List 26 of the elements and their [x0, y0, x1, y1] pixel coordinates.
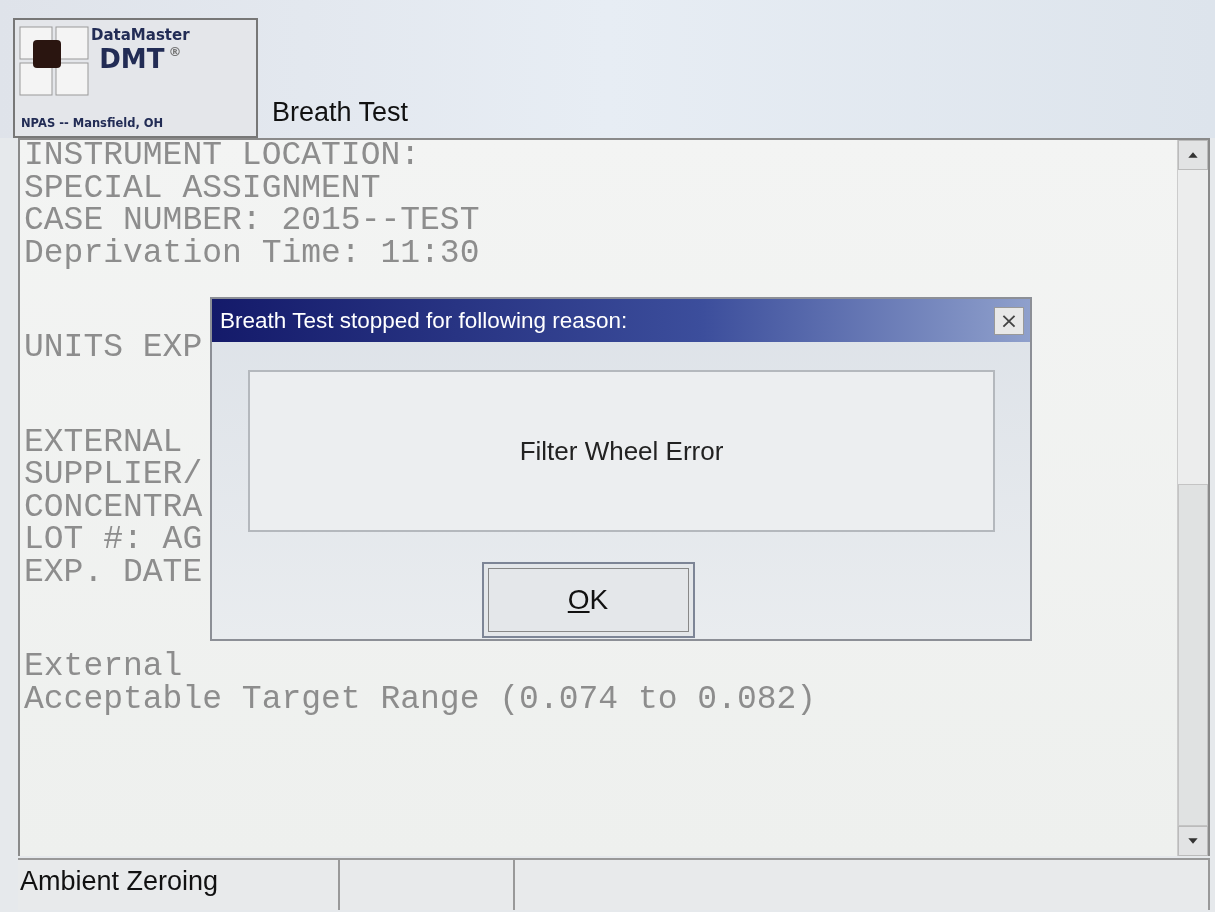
- report-line: SPECIAL ASSIGNMENT: [24, 172, 381, 205]
- report-line: CONCENTRA: [24, 491, 203, 524]
- report-line: Acceptable Target Range (0.074 to 0.082): [24, 683, 817, 716]
- close-button[interactable]: ×: [994, 306, 1024, 335]
- logo-text: DMT: [99, 44, 165, 74]
- logo-caption: NPAS -- Mansfield, OH: [21, 116, 164, 130]
- ok-button[interactable]: OK: [481, 562, 695, 638]
- report-line: SUPPLIER/: [24, 459, 203, 492]
- window-title: Breath Test: [272, 97, 409, 128]
- report-line: UNITS EXP: [24, 332, 203, 365]
- scrollbar[interactable]: [1177, 140, 1208, 856]
- report-line: INSTRUMENT LOCATION:: [24, 140, 421, 173]
- report-line: LOT #: AG: [24, 524, 203, 557]
- report-line: CASE NUMBER: 2015--TEST: [24, 205, 480, 238]
- scroll-up-icon[interactable]: [1178, 140, 1208, 170]
- error-message: Filter Wheel Error: [519, 435, 724, 467]
- report-line: External: [24, 651, 183, 684]
- report-line: Deprivation Time: 11:30: [24, 237, 480, 270]
- registered-mark: ®: [168, 44, 182, 59]
- scroll-down-icon[interactable]: [1178, 826, 1208, 856]
- dialog-title: Breath Test stopped for following reason:: [220, 307, 629, 334]
- report-line: EXP. DATE: [24, 556, 203, 589]
- status-panel: Ambient Zeroing: [18, 860, 340, 910]
- grid-square-icon: [19, 26, 89, 96]
- logo-text: DataMaster: [91, 26, 190, 44]
- report-line: EXTERNAL: [24, 426, 183, 459]
